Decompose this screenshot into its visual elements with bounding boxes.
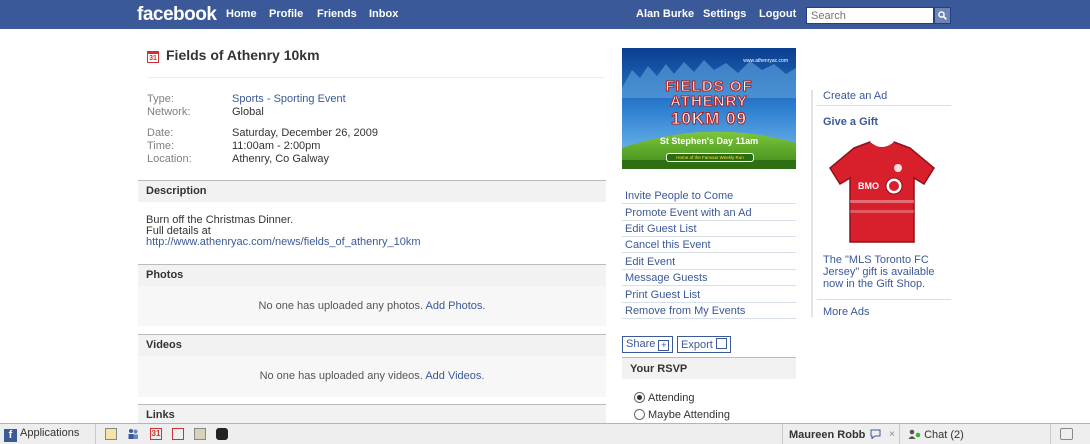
info-value-location: Athenry, Co Galway [232,153,330,165]
nav-inbox-link[interactable]: Inbox [369,8,398,20]
jersey-icon [829,140,935,243]
events-icon[interactable]: 31 [150,428,162,440]
notifications-icon[interactable] [1060,428,1073,440]
gift-description[interactable]: The "MLS Toronto FC Jersey" gift is avai… [823,254,948,290]
event-poster-image[interactable]: www.athenryac.com FIELDS OF ATHENRY 10KM… [622,48,796,169]
info-label-type: Type: [147,93,174,105]
info-label-network: Network: [147,106,191,118]
poster-date-text: St Stephen's Day 11am [659,136,759,146]
rsvp-option-maybe[interactable]: Maybe Attending [634,409,730,421]
bar-divider [782,424,783,444]
bar-divider [95,424,96,444]
search-icon [938,11,947,20]
facebook-square-icon: f [4,429,17,442]
bottom-application-bar: f Applications 31 Maureen Robb × Chat (2) [0,423,1090,444]
info-label-date: Date: [147,127,174,139]
photos-heading: Photos [138,264,606,286]
groups-icon[interactable] [127,428,139,440]
radio-button[interactable] [634,409,645,420]
info-value-time: 11:00am - 2:00pm [232,140,321,152]
invite-people-link[interactable]: Invite People to Come [622,188,796,204]
info-value-date: Saturday, December 26, 2009 [232,127,378,139]
nav-friends-link[interactable]: Friends [317,8,357,20]
page-title: Fields of Athenry 10km [166,47,320,63]
links-icon[interactable] [194,428,206,440]
photos-empty-message: No one has uploaded any photos. Add Phot… [258,300,486,312]
videos-panel: No one has uploaded any videos. Add Vide… [138,356,606,397]
info-value-type-link[interactable]: Sports - Sporting Event [232,93,346,105]
ads-column-divider [811,90,813,317]
promote-event-link[interactable]: Promote Event with an Ad [622,205,796,221]
notes-icon[interactable] [172,428,184,440]
calendar-export-icon [715,338,727,349]
export-button[interactable]: Export [677,336,731,353]
photos-icon[interactable] [105,428,117,440]
add-photos-link[interactable]: Add Photos. [426,300,486,312]
applications-menu-button[interactable]: f Applications [4,427,79,442]
poster-title-line3: 10KM 09 [671,109,747,129]
calendar-icon: 31 [147,51,159,63]
close-chat-button[interactable]: × [889,429,895,440]
ads-divider [817,105,951,106]
links-heading: Links [138,404,606,423]
title-divider [147,77,605,78]
nav-home-link[interactable]: Home [226,8,257,20]
poster-title-line2: ATHENRY [670,93,748,111]
poster-site: www.athenryac.com [743,58,788,64]
mobile-icon[interactable] [216,428,228,440]
jersey-gift-image[interactable]: BMO [818,138,946,248]
videos-empty-message: No one has uploaded any videos. Add Vide… [259,370,485,382]
remove-from-events-link[interactable]: Remove from My Events [622,303,796,319]
online-friends-icon [908,429,921,439]
photos-panel: No one has uploaded any photos. Add Phot… [138,286,606,326]
facebook-logo[interactable]: facebook [137,4,217,26]
rsvp-option-attending[interactable]: Attending [634,392,694,404]
radio-button-selected[interactable] [634,392,645,403]
description-heading: Description [138,180,606,202]
nav-logout-link[interactable]: Logout [759,8,796,20]
search-input[interactable] [806,7,934,24]
top-navigation-bar: facebook Home Profile Friends Inbox Alan… [0,0,1090,29]
bar-divider [899,424,900,444]
info-label-time: Time: [147,140,175,152]
share-button[interactable]: Share + [622,336,674,353]
message-guests-link[interactable]: Message Guests [622,270,796,286]
videos-heading: Videos [138,334,606,356]
print-guest-list-link[interactable]: Print Guest List [622,287,796,303]
edit-guest-list-link[interactable]: Edit Guest List [622,221,796,237]
jersey-sponsor-logo: BMO [858,181,879,191]
cancel-event-link[interactable]: Cancel this Event [622,237,796,253]
poster-footer-badge: Home of the Famous Weekly Run [666,153,754,162]
bar-divider [1050,424,1051,444]
nav-settings-link[interactable]: Settings [703,8,746,20]
add-videos-link[interactable]: Add Videos. [425,370,484,382]
plus-icon: + [658,340,670,351]
description-url-link[interactable]: http://www.athenryac.com/news/fields_of_… [146,237,421,248]
description-body: Burn off the Christmas Dinner. Full deta… [146,215,421,248]
nav-user-link[interactable]: Alan Burke [636,8,694,20]
rsvp-heading: Your RSVP [622,357,796,379]
info-label-location: Location: [147,153,192,165]
chat-bubble-icon [870,429,881,440]
ads-divider [817,299,951,300]
chat-tab-user[interactable]: Maureen Robb [789,429,881,441]
info-value-network: Global [232,106,264,118]
nav-profile-link[interactable]: Profile [269,8,303,20]
more-ads-link[interactable]: More Ads [823,306,869,318]
give-gift-link[interactable]: Give a Gift [823,116,878,128]
create-ad-link[interactable]: Create an Ad [823,90,887,102]
chat-online-button[interactable]: Chat (2) [908,429,964,441]
edit-event-link[interactable]: Edit Event [622,254,796,270]
search-button[interactable] [934,7,951,24]
